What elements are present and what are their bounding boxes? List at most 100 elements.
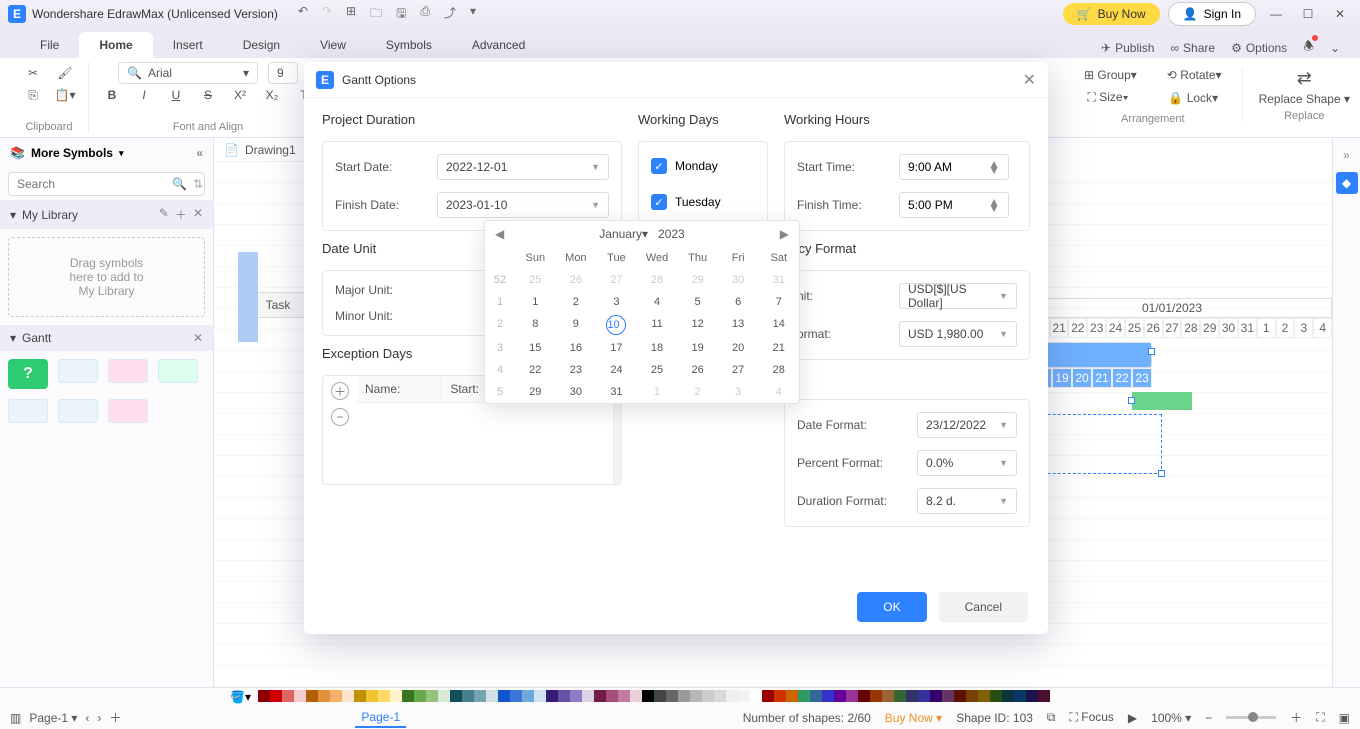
color-swatch[interactable] [630,690,642,702]
tab-insert[interactable]: Insert [153,32,223,58]
color-swatch[interactable] [738,690,750,702]
gantt-shape-4[interactable] [8,399,48,423]
color-swatch[interactable] [774,690,786,702]
next-page-icon[interactable]: › [97,711,101,725]
subscript-icon[interactable]: X₂ [261,84,283,106]
rotate-button[interactable]: ⟲ Rotate▾ [1167,68,1222,82]
font-name-select[interactable]: 🔍 Arial▾ [118,62,258,84]
print-icon[interactable]: ⎙ [420,4,430,25]
calendar-day[interactable]: 1 [515,291,556,313]
undo-icon[interactable]: ↶ [298,4,308,25]
more-symbols-header[interactable]: 📚 More Symbols▾ « [0,138,213,168]
color-swatch[interactable] [618,690,630,702]
currency-unit-select[interactable]: USD[$][US Dollar]▼ [899,283,1017,309]
color-swatch[interactable] [342,690,354,702]
prev-page-icon[interactable]: ‹ [85,711,89,725]
maximize-icon[interactable]: ☐ [1296,7,1320,21]
color-swatch[interactable] [546,690,558,702]
notification-icon[interactable]: 🕭 [1303,37,1314,58]
color-swatch[interactable] [498,690,510,702]
color-swatch[interactable] [642,690,654,702]
color-swatch[interactable] [1038,690,1050,702]
search-settings-icon[interactable]: ⇅ [193,177,203,191]
page-select[interactable]: Page-1 ▾ [29,711,77,725]
layers-icon[interactable]: ⧉ [1047,710,1056,725]
dialog-close-icon[interactable]: ✕ [1023,70,1036,90]
calendar-day[interactable]: 27 [718,359,759,381]
start-date-select[interactable]: 2022-12-01▼ [437,154,609,180]
save-icon[interactable]: 🖫 [396,4,406,25]
color-swatch[interactable] [954,690,966,702]
color-swatch[interactable] [1002,690,1014,702]
color-swatch[interactable] [294,690,306,702]
color-swatch[interactable] [846,690,858,702]
color-swatch[interactable] [402,690,414,702]
color-swatch[interactable] [978,690,990,702]
share-button[interactable]: ∞ Share [1170,37,1215,58]
color-swatch[interactable] [522,690,534,702]
format-painter-icon[interactable]: 🖌 [54,62,76,84]
color-swatch[interactable] [306,690,318,702]
calendar-day[interactable]: 3 [596,291,637,313]
color-swatch[interactable] [450,690,462,702]
close-icon[interactable]: ✕ [1328,7,1352,21]
zoom-slider[interactable] [1226,716,1276,719]
color-swatch[interactable] [798,690,810,702]
cal-prev-icon[interactable]: ◀ [495,227,504,241]
add-exception-icon[interactable]: ＋ [331,382,349,400]
lib-close-icon[interactable]: ✕ [193,206,203,223]
gantt-shape-1[interactable] [58,359,98,383]
calendar-day[interactable]: 8 [515,313,556,337]
library-dropzone[interactable]: Drag symbols here to add to My Library [8,237,205,317]
cancel-button[interactable]: Cancel [939,592,1028,622]
cal-year[interactable]: 2023 [658,227,685,241]
tab-design[interactable]: Design [223,32,300,58]
remove-exception-icon[interactable]: − [331,408,349,426]
color-swatch[interactable] [282,690,294,702]
calendar-day[interactable]: 4 [758,381,799,403]
color-swatch[interactable] [918,690,930,702]
color-swatch[interactable] [1026,690,1038,702]
zoom-out-icon[interactable]: − [1205,711,1212,725]
tab-advanced[interactable]: Advanced [452,32,545,58]
color-swatch[interactable] [990,690,1002,702]
calendar-day[interactable]: 16 [556,337,597,359]
italic-icon[interactable]: I [133,84,155,106]
help-shape-icon[interactable]: ? [8,359,48,389]
font-size-select[interactable]: 9 [268,62,298,84]
fill-picker-icon[interactable]: 🪣▾ [230,690,251,704]
color-swatch[interactable] [942,690,954,702]
calendar-day[interactable]: 24 [596,359,637,381]
monday-checkbox[interactable]: ✓Monday [651,154,755,178]
open-icon[interactable]: 🗀 [370,4,382,25]
calendar-day[interactable]: 4 [637,291,678,313]
minimize-icon[interactable]: — [1264,7,1288,21]
calendar-day[interactable]: 7 [758,291,799,313]
gantt-bar-2[interactable] [1132,392,1192,410]
lock-button[interactable]: 🔒 Lock▾ [1168,91,1218,105]
color-swatch[interactable] [870,690,882,702]
document-tab[interactable]: 📄 Drawing1 [214,138,306,162]
buy-now-status[interactable]: Buy Now ▾ [885,711,942,725]
bold-icon[interactable]: B [101,84,123,106]
calendar-day[interactable]: 31 [596,381,637,403]
color-swatch[interactable] [438,690,450,702]
calendar-day[interactable]: 1 [637,381,678,403]
my-library-section[interactable]: ▾My Library ✎＋✕ [0,200,213,229]
gantt-shape-6[interactable] [108,399,148,423]
tab-file[interactable]: File [20,32,79,58]
calendar-day[interactable]: 20 [718,337,759,359]
gantt-close-icon[interactable]: ✕ [193,331,203,345]
calendar-day[interactable]: 22 [515,359,556,381]
color-swatch[interactable] [750,690,762,702]
color-swatch[interactable] [1014,690,1026,702]
publish-button[interactable]: ✈ Publish [1101,37,1154,58]
calendar-day[interactable]: 25 [515,269,556,291]
calendar-day[interactable]: 17 [596,337,637,359]
paste-icon[interactable]: 📋▾ [54,84,76,106]
color-swatch[interactable] [534,690,546,702]
new-icon[interactable]: ⊞ [346,4,356,25]
calendar-day[interactable]: 26 [677,359,718,381]
color-swatch[interactable] [558,690,570,702]
color-swatch[interactable] [726,690,738,702]
